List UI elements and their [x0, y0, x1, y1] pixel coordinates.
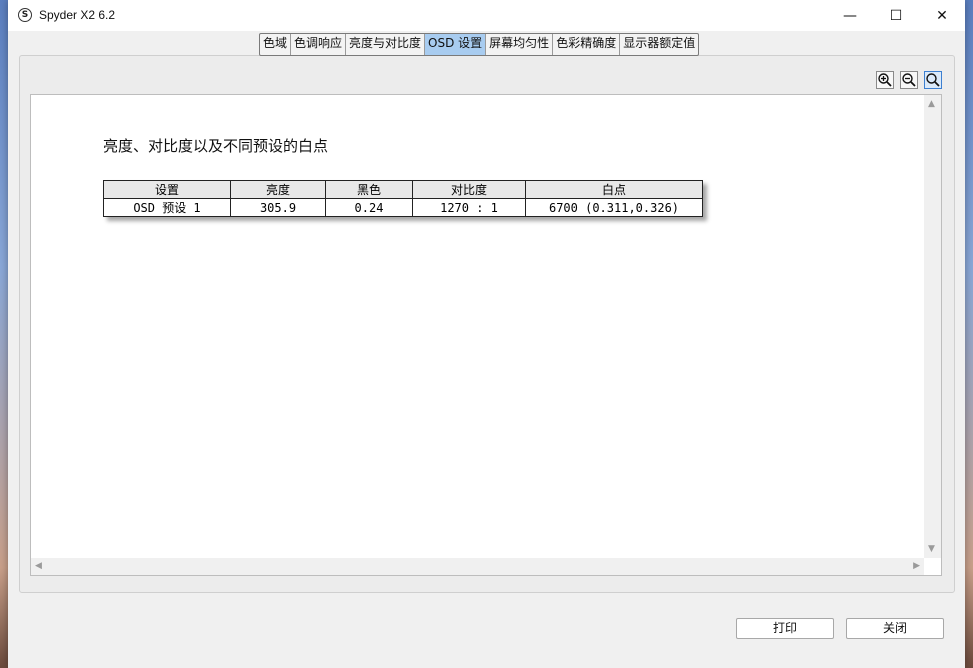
report-title: 亮度、对比度以及不同预设的白点	[103, 137, 329, 155]
tab-bar: 色域 色调响应 亮度与对比度 OSD 设置 屏幕均匀性 色彩精确度 显示器额定值	[259, 33, 700, 56]
cell-brightness: 305.9	[230, 198, 326, 217]
column-header-contrast: 对比度	[412, 180, 526, 199]
zoom-fit-button[interactable]	[924, 71, 942, 89]
zoom-out-button[interactable]	[900, 71, 918, 89]
zoom-out-icon	[902, 73, 916, 87]
table-row: OSD 预设 1 305.9 0.24 1270 : 1 6700 (0.311…	[103, 198, 703, 217]
scroll-down-icon[interactable]: ▼	[928, 544, 935, 554]
zoom-in-button[interactable]	[876, 71, 894, 89]
column-header-setting: 设置	[103, 180, 231, 199]
zoom-in-icon	[878, 73, 892, 87]
report-viewer: 亮度、对比度以及不同预设的白点 设置 亮度 黑色 对比度 白点 OSD 预设 1…	[30, 94, 942, 576]
scroll-left-icon[interactable]: ◀	[35, 561, 42, 571]
osd-report-table: 设置 亮度 黑色 对比度 白点 OSD 预设 1 305.9 0.24 1270…	[103, 180, 703, 217]
tab-gamut[interactable]: 色域	[260, 34, 292, 55]
table-header-row: 设置 亮度 黑色 对比度 白点	[103, 180, 703, 199]
column-header-whitepoint: 白点	[525, 180, 703, 199]
scroll-right-icon[interactable]: ▶	[913, 561, 920, 571]
title-bar: S Spyder X2 6.2 — ☐ ✕	[8, 0, 965, 31]
tab-osd-settings[interactable]: OSD 设置	[425, 34, 487, 55]
spyder-logo-icon: S	[18, 8, 32, 22]
cell-whitepoint: 6700 (0.311,0.326)	[525, 198, 703, 217]
column-header-brightness: 亮度	[230, 180, 326, 199]
print-button[interactable]: 打印	[736, 618, 834, 639]
cell-contrast: 1270 : 1	[412, 198, 526, 217]
horizontal-scrollbar[interactable]: ◀ ▶	[31, 558, 924, 575]
column-header-black: 黑色	[325, 180, 413, 199]
close-button[interactable]: 关闭	[846, 618, 944, 639]
tab-screen-uniformity[interactable]: 屏幕均匀性	[486, 34, 554, 55]
cell-black: 0.24	[325, 198, 413, 217]
tab-display-rating[interactable]: 显示器额定值	[620, 34, 698, 55]
close-window-button[interactable]: ✕	[919, 0, 965, 31]
minimize-button[interactable]: —	[827, 0, 873, 31]
maximize-button[interactable]: ☐	[873, 0, 919, 31]
tab-brightness-contrast[interactable]: 亮度与对比度	[346, 34, 426, 55]
scroll-up-icon[interactable]: ▲	[928, 99, 935, 109]
tab-color-accuracy[interactable]: 色彩精确度	[553, 34, 621, 55]
cell-setting: OSD 预设 1	[103, 198, 231, 217]
window-title: Spyder X2 6.2	[39, 8, 116, 22]
vertical-scrollbar[interactable]: ▲ ▼	[924, 95, 941, 558]
tab-tone-response[interactable]: 色调响应	[291, 34, 347, 55]
app-window: S Spyder X2 6.2 — ☐ ✕ 色域 色调响应 亮度与对比度 OSD…	[8, 0, 965, 668]
zoom-fit-icon	[926, 73, 940, 87]
